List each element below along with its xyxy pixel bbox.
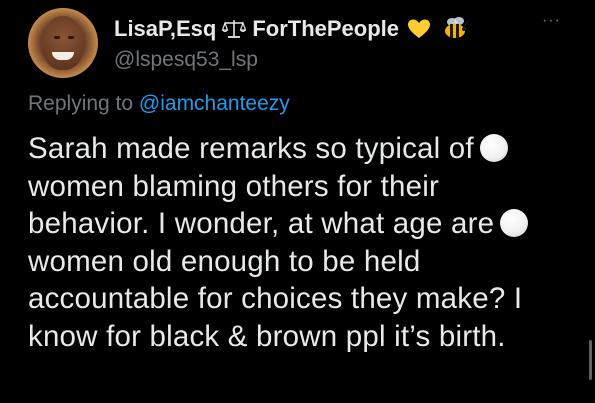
avatar[interactable]: [28, 8, 98, 78]
display-name-suffix[interactable]: ForThePeople: [252, 16, 399, 42]
replying-prefix: Replying to: [28, 92, 134, 115]
tweet-text-line: know for black & brown ppl it’s birth.: [28, 318, 568, 356]
tweet-text-line-content: accountable for choices they make? I: [28, 282, 523, 315]
author-handle[interactable]: @lspesq53_lsp: [114, 48, 258, 72]
scrollbar[interactable]: [589, 340, 592, 380]
more-options-icon[interactable]: ···: [542, 12, 561, 30]
tweet-text-line: women blaming others for their: [28, 168, 568, 206]
display-name-row[interactable]: LisaP,Esq ForThePeople: [114, 16, 469, 42]
tweet: LisaP,Esq ForThePeople @lspesq53_lsp ···…: [0, 0, 595, 403]
scales-icon: [221, 18, 247, 40]
tweet-text-line-content: women old enough to be held: [28, 244, 421, 278]
tweet-text: Sarah made remarks so typical of women b…: [28, 130, 568, 355]
tweet-text-line-content: behavior. I wonder, at what age are: [28, 207, 495, 240]
tweet-text-line: women old enough to be held: [28, 243, 568, 281]
tweet-header: LisaP,Esq ForThePeople @lspesq53_lsp ···: [28, 8, 568, 88]
white-circle-icon: [500, 209, 529, 237]
tweet-text-line-content: Sarah made remarks so typical of: [28, 132, 474, 165]
replying-to: Replying to @iamchanteezy: [28, 92, 290, 116]
reply-mention-link[interactable]: @iamchanteezy: [139, 92, 290, 115]
tweet-text-line: behavior. I wonder, at what age are: [28, 205, 568, 243]
tweet-text-line: Sarah made remarks so typical of: [28, 130, 568, 168]
avatar-eye: [68, 36, 74, 39]
display-name[interactable]: LisaP,Esq: [114, 16, 216, 42]
bee-icon: [441, 16, 469, 42]
avatar-eye: [54, 36, 60, 39]
tweet-text-line-content: women blaming others for their: [28, 169, 439, 203]
tweet-text-line: accountable for choices they make? I: [28, 280, 568, 318]
tweet-text-line-content: know for black & brown ppl it’s birth.: [28, 319, 506, 353]
avatar-face: [42, 16, 84, 70]
yellow-heart-icon: [407, 18, 431, 40]
white-circle-icon: [479, 134, 508, 162]
